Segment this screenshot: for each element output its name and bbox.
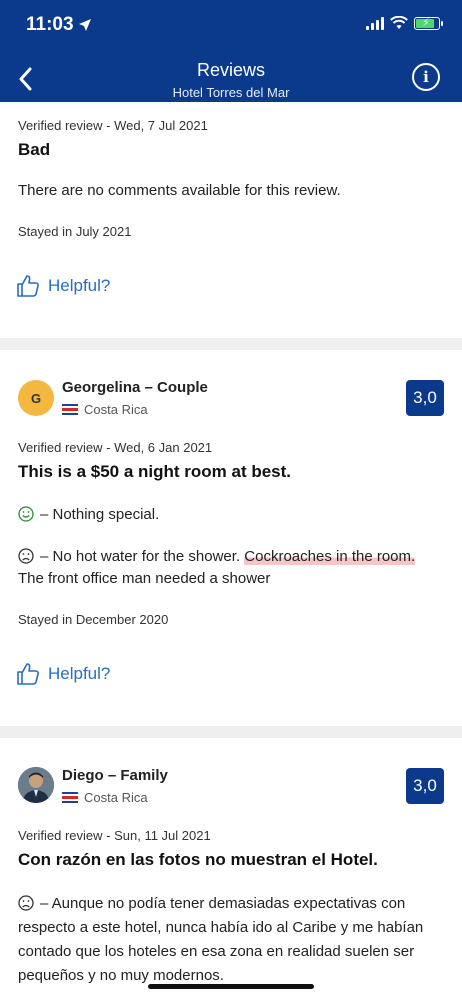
person-photo-icon: [18, 767, 54, 803]
page-title: Reviews: [196, 60, 266, 80]
score-badge: 3,0: [406, 768, 444, 804]
battery-icon: ⚡: [414, 16, 443, 30]
reviewer-country: Costa Rica: [62, 790, 148, 805]
costa-rica-flag-icon: [62, 404, 78, 415]
status-time: 11:03: [26, 14, 74, 35]
negative-comment: – No hot water for the shower. Cockroach…: [18, 546, 444, 590]
thumbs-up-icon: [17, 275, 39, 297]
review-body: There are no comments available for this…: [18, 182, 341, 199]
review-title: This is a $50 a night room at best.: [18, 462, 292, 481]
helpful-button[interactable]: Helpful?: [16, 662, 110, 686]
review-meta: Verified review - Sun, 11 Jul 2021: [18, 828, 211, 843]
thumbs-up-icon: [17, 663, 39, 685]
stay-date: Stayed in December 2020: [18, 612, 169, 627]
stay-date: Stayed in July 2021: [18, 224, 132, 239]
status-bar: 11:03 ⚡: [0, 12, 462, 42]
reviewer-name: Diego – Family: [62, 767, 168, 784]
negative-comment: – Aunque no podía tener demasiadas expec…: [18, 892, 444, 988]
info-icon: i: [423, 68, 429, 86]
status-icons: ⚡: [366, 16, 443, 30]
helpful-label: Helpful?: [48, 664, 111, 683]
costa-rica-flag-icon: [62, 792, 78, 803]
helpful-button[interactable]: Helpful?: [16, 274, 110, 298]
negative-text: – Aunque no podía tener demasiadas expec…: [18, 895, 424, 984]
avatar: [18, 767, 54, 803]
app-header: 11:03 ⚡ Reviews Hotel Torres del Mar i: [0, 0, 462, 102]
country-name: Costa Rica: [84, 790, 148, 805]
cellular-signal-icon: [366, 16, 384, 30]
reviewer-country: Costa Rica: [62, 402, 148, 417]
review-meta: Verified review - Wed, 6 Jan 2021: [18, 440, 213, 455]
avatar: G: [18, 380, 54, 416]
frown-face-icon: [18, 548, 34, 564]
negative-text-suffix: The front office man needed a shower: [18, 570, 271, 587]
positive-text: – Nothing special.: [40, 506, 160, 523]
positive-comment: – Nothing special.: [18, 504, 444, 526]
hotel-name: Hotel Torres del Mar: [172, 85, 290, 100]
review-card: Diego – Family Costa Rica 3,0 Verified r…: [0, 738, 462, 1000]
home-indicator: [148, 984, 314, 989]
negative-text-prefix: – No hot water for the shower.: [40, 548, 245, 565]
header-title-group: Reviews Hotel Torres del Mar: [0, 60, 462, 100]
review-card: G Georgelina – Couple Costa Rica 3,0 Ver…: [0, 350, 462, 726]
frown-face-icon: [18, 895, 34, 911]
review-meta: Verified review - Wed, 7 Jul 2021: [18, 118, 208, 133]
reviewer-name: Georgelina – Couple: [62, 379, 208, 396]
review-title: Bad: [18, 140, 51, 159]
smile-face-icon: [18, 506, 34, 522]
info-button[interactable]: i: [412, 63, 440, 91]
score-badge: 3,0: [406, 380, 444, 416]
location-arrow-icon: [79, 19, 91, 31]
helpful-label: Helpful?: [48, 276, 111, 295]
highlighted-text: Cockroaches in the room.: [244, 548, 416, 565]
country-name: Costa Rica: [84, 402, 148, 417]
wifi-icon: [390, 16, 408, 29]
review-title: Con razón en las fotos no muestran el Ho…: [18, 850, 378, 869]
review-card: Verified review - Wed, 7 Jul 2021 Bad Th…: [0, 102, 462, 338]
